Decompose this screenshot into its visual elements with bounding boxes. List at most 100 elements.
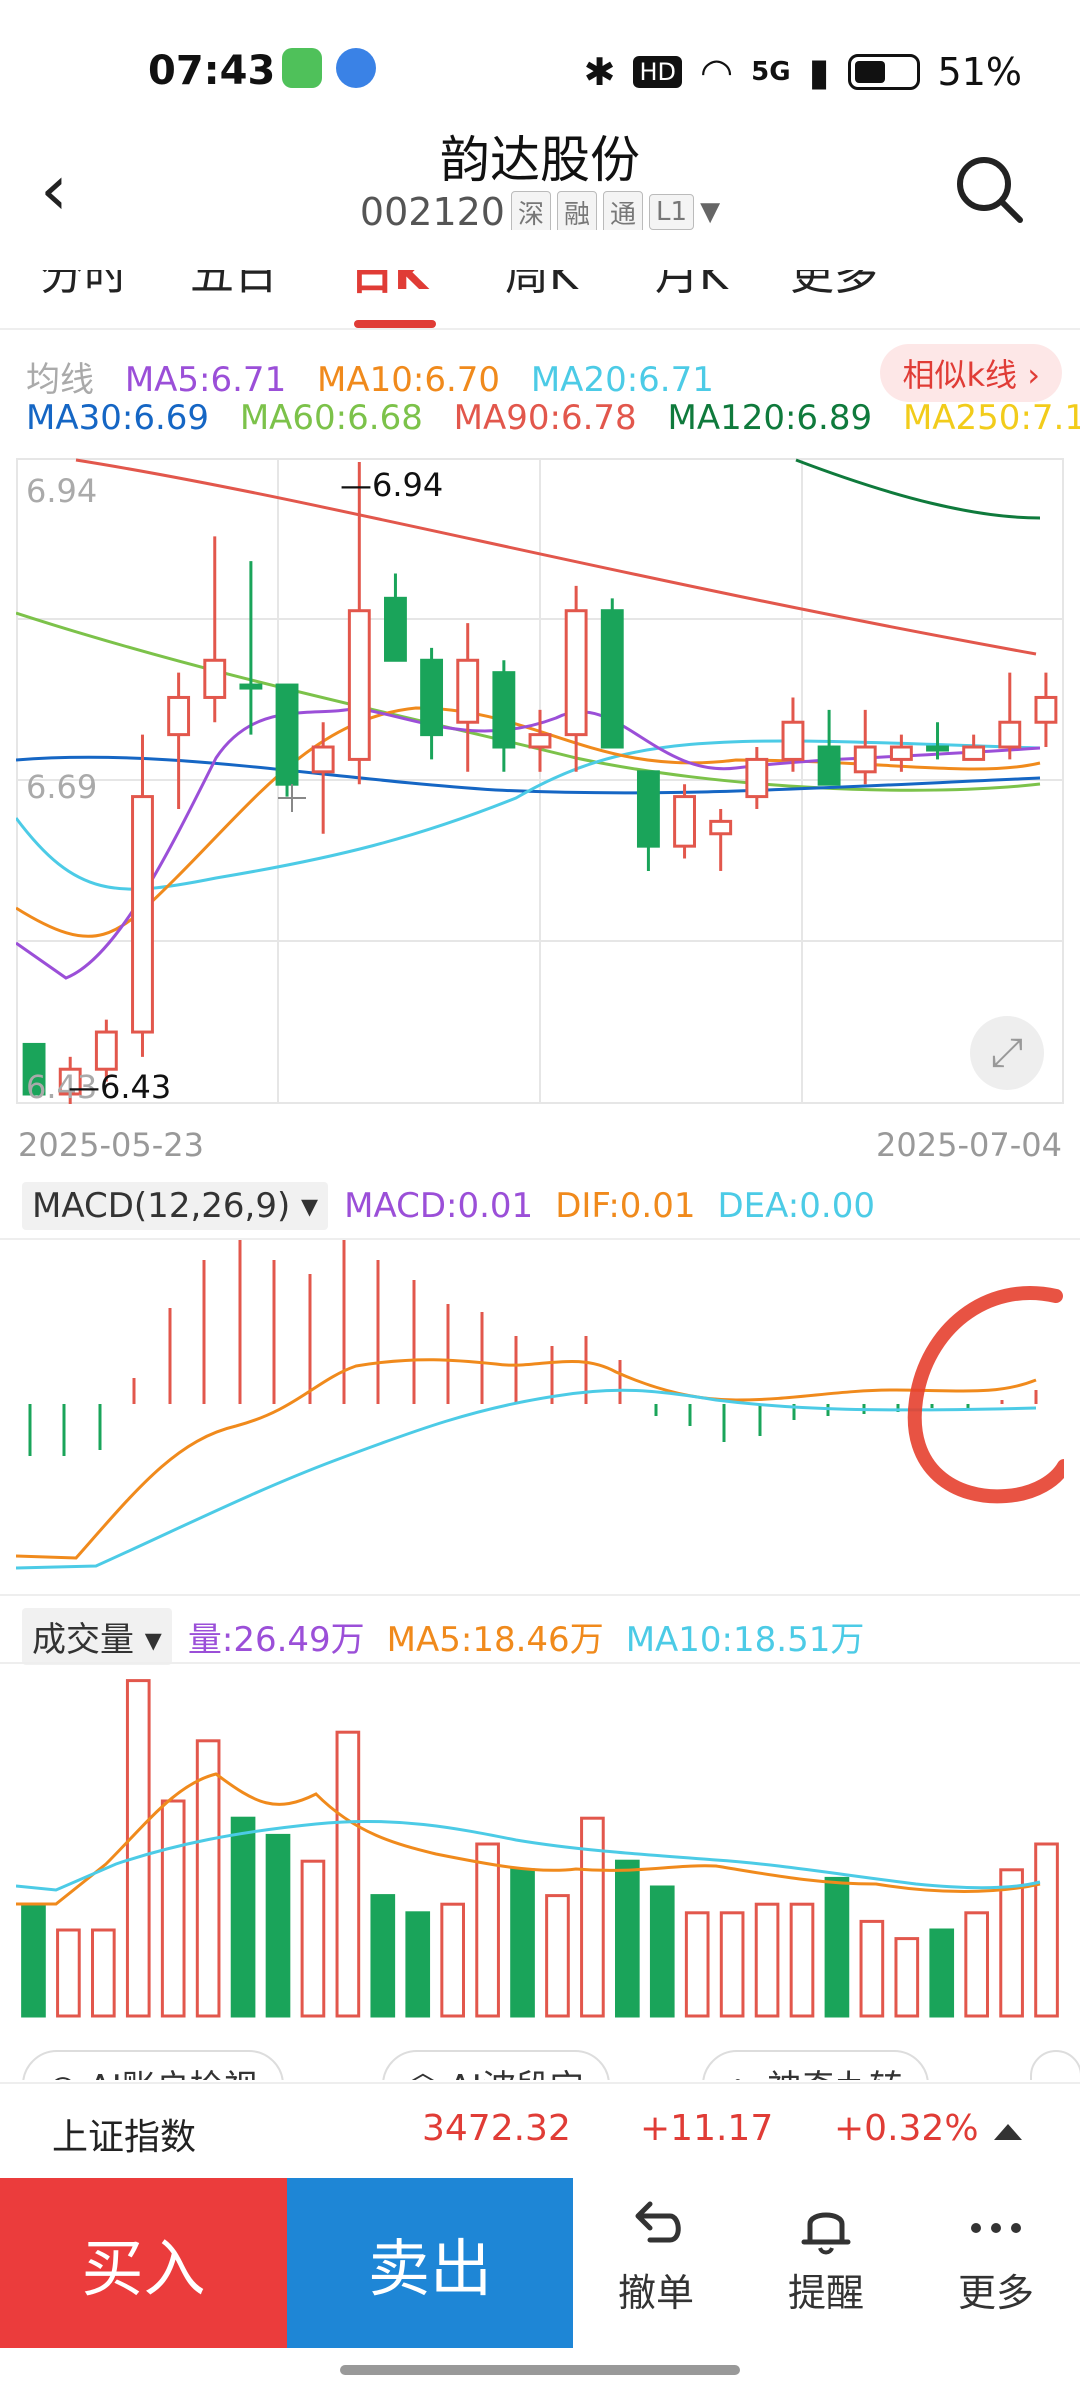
candle-body[interactable] — [131, 795, 154, 1034]
ma5-line — [16, 706, 1041, 980]
candle-body[interactable] — [781, 720, 805, 761]
volume-bar[interactable] — [230, 1816, 256, 2018]
candle-body[interactable] — [962, 745, 986, 761]
volume-bar[interactable] — [1034, 1842, 1059, 2018]
volume-bar[interactable] — [824, 1876, 850, 2018]
volume-selector[interactable]: 成交量 ▾ — [22, 1608, 172, 1665]
volume-bar[interactable] — [335, 1730, 361, 2018]
candle-body[interactable] — [889, 745, 913, 761]
volume-value: 量:26.49万 — [187, 1620, 365, 1660]
kline-chart[interactable] — [16, 458, 1064, 1104]
more-chip[interactable] — [1030, 2050, 1080, 2080]
sell-button[interactable]: 卖出 — [287, 2178, 573, 2348]
candle-body[interactable] — [528, 733, 552, 749]
candle-body[interactable] — [998, 720, 1022, 749]
volume-bar[interactable] — [615, 1859, 640, 2018]
volume-bar[interactable] — [475, 1842, 500, 2018]
status-bar: 07:43 ✱ HD ◠ 5G ▮ 51% — [0, 0, 1080, 140]
alert-button[interactable]: 提醒 — [766, 2200, 886, 2317]
similar-kline-label: 相似k线 — [902, 356, 1018, 394]
candle-body[interactable] — [275, 683, 299, 786]
volume-bar[interactable] — [56, 1928, 81, 2018]
buy-button[interactable]: 买入 — [0, 2178, 287, 2348]
volume-bar[interactable] — [719, 1911, 745, 2018]
volume-bar[interactable] — [754, 1902, 780, 2018]
candle-body[interactable] — [203, 658, 227, 699]
candle-body[interactable] — [94, 1030, 118, 1071]
search-icon[interactable] — [950, 150, 1030, 230]
ai-account-label: AI账户检视 — [88, 2068, 257, 2080]
volume-bar[interactable] — [91, 1928, 116, 2018]
candle-body[interactable] — [636, 770, 660, 848]
battery-percent: 51% — [937, 50, 1022, 94]
connect-tag: 通 — [603, 190, 644, 234]
ma5-value: MA5:6.71 — [124, 360, 287, 400]
dif-value: DIF:0.01 — [555, 1186, 696, 1226]
volume-bar[interactable] — [265, 1833, 291, 2018]
candle-body[interactable] — [926, 745, 949, 752]
stock-code-row[interactable]: 002120 深 融 通 L1 ▼ — [0, 190, 1080, 234]
candle-body[interactable] — [1034, 695, 1058, 724]
candle-body[interactable] — [745, 757, 769, 799]
volume-chart[interactable] — [16, 1664, 1064, 2020]
candle-body[interactable] — [456, 658, 480, 724]
volume-bar[interactable] — [545, 1894, 570, 2018]
signal-icon: ▮ — [808, 50, 830, 94]
volume-bar[interactable] — [405, 1911, 431, 2018]
macd-selector[interactable]: MACD(12,26,9) ▾ — [22, 1182, 329, 1230]
volume-bar[interactable] — [160, 1799, 186, 2018]
volume-bar[interactable] — [21, 1902, 46, 2018]
candle-body[interactable] — [600, 609, 624, 749]
candle-body[interactable] — [673, 795, 696, 848]
volume-bar[interactable] — [195, 1739, 221, 2018]
volume-bar[interactable] — [894, 1937, 920, 2018]
volume-bar[interactable] — [859, 1919, 885, 2018]
price-axis-mid: 6.69 — [26, 768, 98, 806]
ma250-value: MA250:7.18 — [902, 398, 1080, 438]
volume-bar[interactable] — [929, 1928, 955, 2018]
index-name: 上证指数 — [52, 2117, 197, 2158]
volume-bar[interactable] — [964, 1911, 989, 2018]
bluetooth-icon: ✱ — [583, 50, 616, 94]
candle-body[interactable] — [817, 745, 841, 786]
similar-kline-button[interactable]: 相似k线 › — [880, 344, 1062, 402]
volume-bar[interactable] — [789, 1902, 815, 2018]
volume-bar[interactable] — [510, 1868, 535, 2018]
notification-icons — [282, 48, 376, 88]
tabs-mask — [0, 230, 1080, 270]
candle-body[interactable] — [420, 658, 444, 737]
volume-bar[interactable] — [999, 1868, 1024, 2018]
level-tag: L1 — [649, 194, 695, 230]
volume-bar[interactable] — [370, 1894, 396, 2018]
dropdown-icon: ▼ — [700, 197, 721, 227]
candle-body[interactable] — [564, 609, 588, 737]
index-bar[interactable]: 上证指数 3472.32 +11.17 +0.32% — [0, 2082, 1080, 2176]
volume-bar[interactable] — [684, 1911, 710, 2018]
candle-body[interactable] — [239, 683, 263, 690]
macd-chart[interactable] — [16, 1240, 1064, 1596]
candle-body[interactable] — [384, 596, 407, 662]
expand-up-icon[interactable] — [994, 2124, 1022, 2140]
more-button[interactable]: 更多 — [936, 2200, 1056, 2317]
bell-icon — [801, 2212, 851, 2255]
volume-bar[interactable] — [440, 1902, 465, 2018]
ma-row-2: MA30:6.69 MA60:6.68 MA90:6.78 MA120:6.89… — [26, 398, 1080, 438]
expand-icon[interactable]: ⤢ — [970, 1016, 1044, 1090]
message-app-icon — [282, 48, 322, 88]
candle-body[interactable] — [492, 671, 516, 749]
candle-body[interactable] — [853, 745, 877, 774]
cancel-order-button[interactable]: 撤单 — [596, 2200, 716, 2317]
candle-body[interactable] — [347, 609, 371, 761]
magic-nine-label: 神奇九转 — [767, 2068, 903, 2080]
candle-body[interactable] — [311, 745, 335, 774]
home-indicator[interactable] — [340, 2365, 740, 2375]
candle-body[interactable] — [167, 695, 191, 737]
candle-body[interactable] — [709, 819, 733, 836]
ma30-value: MA30:6.69 — [26, 398, 210, 438]
ai-wave-chip[interactable]: ⬡ AI波段宝 — [382, 2050, 610, 2080]
volume-bar[interactable] — [125, 1679, 151, 2018]
volume-bar[interactable] — [649, 1885, 675, 2018]
volume-bar[interactable] — [300, 1859, 326, 2018]
ai-account-chip[interactable]: ◎ AI账户检视 — [22, 2050, 284, 2080]
magic-nine-chip[interactable]: ∿ 神奇九转 — [702, 2050, 930, 2080]
